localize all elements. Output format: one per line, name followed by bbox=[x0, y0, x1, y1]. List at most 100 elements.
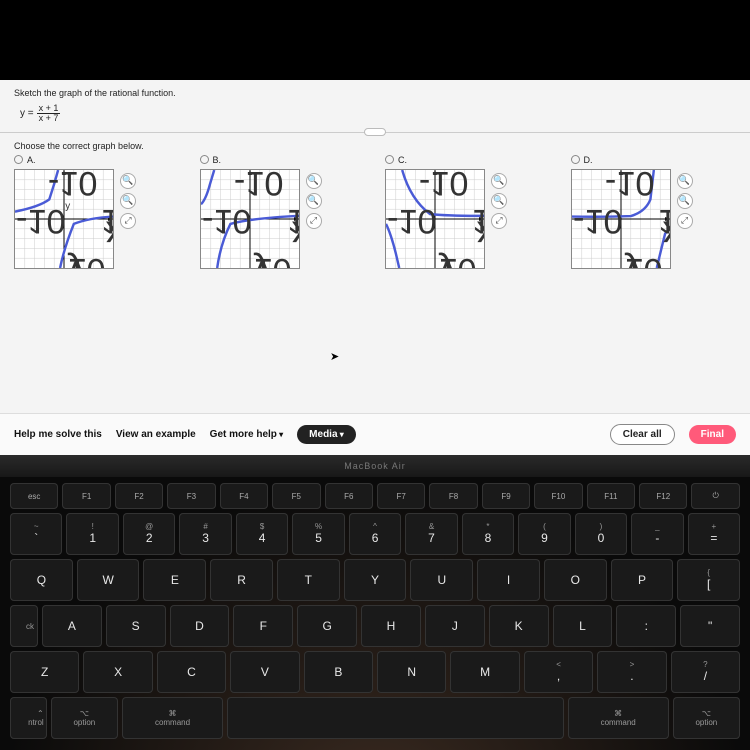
key-9[interactable]: (9 bbox=[518, 513, 570, 555]
zoom-out-button[interactable]: 🔍 bbox=[120, 193, 136, 209]
radio-a[interactable] bbox=[14, 155, 23, 164]
key-3[interactable]: #3 bbox=[179, 513, 231, 555]
key-esc[interactable]: esc bbox=[10, 483, 58, 509]
graph-c[interactable]: 10-1010-10xy bbox=[385, 169, 485, 269]
key-g[interactable]: G bbox=[297, 605, 357, 647]
key-f5[interactable]: F5 bbox=[272, 483, 320, 509]
get-more-help-button[interactable]: Get more help bbox=[210, 429, 284, 440]
key-f6[interactable]: F6 bbox=[325, 483, 373, 509]
key-1[interactable]: !1 bbox=[66, 513, 118, 555]
key-option-left[interactable]: ⌥option bbox=[51, 697, 118, 739]
zoom-in-button[interactable]: 🔍 bbox=[306, 173, 322, 189]
key-quote[interactable]: " bbox=[680, 605, 740, 647]
key-m[interactable]: M bbox=[450, 651, 519, 693]
key-backtick[interactable]: ~` bbox=[10, 513, 62, 555]
key-x[interactable]: X bbox=[83, 651, 152, 693]
help-me-solve-button[interactable]: Help me solve this bbox=[14, 429, 102, 440]
key-command-right[interactable]: ⌘command bbox=[568, 697, 669, 739]
key-4[interactable]: $4 bbox=[236, 513, 288, 555]
key-h[interactable]: H bbox=[361, 605, 421, 647]
key-j[interactable]: J bbox=[425, 605, 485, 647]
key-p[interactable]: P bbox=[611, 559, 674, 601]
key-c[interactable]: C bbox=[157, 651, 226, 693]
key-f10[interactable]: F10 bbox=[534, 483, 582, 509]
key-f12[interactable]: F12 bbox=[639, 483, 687, 509]
key-0[interactable]: )0 bbox=[575, 513, 627, 555]
svg-text:x: x bbox=[106, 212, 114, 255]
app-screen: Sketch the graph of the rational functio… bbox=[0, 80, 750, 455]
fullscreen-button[interactable]: ⤢ bbox=[677, 213, 693, 229]
fullscreen-button[interactable]: ⤢ bbox=[120, 213, 136, 229]
key-z[interactable]: Z bbox=[10, 651, 79, 693]
fullscreen-button[interactable]: ⤢ bbox=[491, 213, 507, 229]
key-period[interactable]: >. bbox=[597, 651, 666, 693]
key-control[interactable]: ⌃ntrol bbox=[10, 697, 47, 739]
key-7[interactable]: &7 bbox=[405, 513, 457, 555]
key-s[interactable]: S bbox=[106, 605, 166, 647]
svg-text:-10: -10 bbox=[604, 169, 654, 202]
clear-all-button[interactable]: Clear all bbox=[610, 424, 675, 445]
key-6[interactable]: ^6 bbox=[349, 513, 401, 555]
key-t[interactable]: T bbox=[277, 559, 340, 601]
key-e[interactable]: E bbox=[143, 559, 206, 601]
zoom-in-button[interactable]: 🔍 bbox=[120, 173, 136, 189]
key-n[interactable]: N bbox=[377, 651, 446, 693]
key-semicolon[interactable]: : bbox=[616, 605, 676, 647]
view-example-button[interactable]: View an example bbox=[116, 429, 196, 440]
key-f3[interactable]: F3 bbox=[167, 483, 215, 509]
final-check-button[interactable]: Final bbox=[689, 425, 736, 444]
key-8[interactable]: *8 bbox=[462, 513, 514, 555]
key-power[interactable]: ⏻ bbox=[691, 483, 739, 509]
key-equals[interactable]: += bbox=[688, 513, 740, 555]
key-f7[interactable]: F7 bbox=[377, 483, 425, 509]
key-r[interactable]: R bbox=[210, 559, 273, 601]
zoom-controls-c: 🔍 🔍 ⤢ bbox=[491, 169, 507, 229]
key-option-right[interactable]: ⌥option bbox=[673, 697, 740, 739]
key-command-left[interactable]: ⌘command bbox=[122, 697, 223, 739]
radio-c[interactable] bbox=[385, 155, 394, 164]
key-f11[interactable]: F11 bbox=[587, 483, 635, 509]
graph-b[interactable]: 10-1010-10xy bbox=[200, 169, 300, 269]
key-l[interactable]: L bbox=[553, 605, 613, 647]
key-2[interactable]: @2 bbox=[123, 513, 175, 555]
key-y[interactable]: Y bbox=[344, 559, 407, 601]
key-o[interactable]: O bbox=[544, 559, 607, 601]
key-f2[interactable]: F2 bbox=[115, 483, 163, 509]
resize-handle[interactable] bbox=[364, 128, 386, 136]
key-k[interactable]: K bbox=[489, 605, 549, 647]
fullscreen-button[interactable]: ⤢ bbox=[306, 213, 322, 229]
qwerty-row: Q W E R T Y U I O P {[ bbox=[10, 559, 740, 601]
key-space[interactable] bbox=[227, 697, 564, 739]
key-f[interactable]: F bbox=[233, 605, 293, 647]
radio-d[interactable] bbox=[571, 155, 580, 164]
key-i[interactable]: I bbox=[477, 559, 540, 601]
key-5[interactable]: %5 bbox=[292, 513, 344, 555]
key-slash[interactable]: ?/ bbox=[671, 651, 740, 693]
zoom-out-button[interactable]: 🔍 bbox=[491, 193, 507, 209]
zoom-in-button[interactable]: 🔍 bbox=[491, 173, 507, 189]
zoom-out-button[interactable]: 🔍 bbox=[677, 193, 693, 209]
key-v[interactable]: V bbox=[230, 651, 299, 693]
key-bracket-left[interactable]: {[ bbox=[677, 559, 740, 601]
key-f8[interactable]: F8 bbox=[429, 483, 477, 509]
key-minus[interactable]: _- bbox=[631, 513, 683, 555]
key-f1[interactable]: F1 bbox=[62, 483, 110, 509]
media-button[interactable]: Media bbox=[297, 425, 356, 444]
zoom-in-button[interactable]: 🔍 bbox=[677, 173, 693, 189]
zoom-out-button[interactable]: 🔍 bbox=[306, 193, 322, 209]
graph-d[interactable]: 10-1010-10xy bbox=[571, 169, 671, 269]
key-u[interactable]: U bbox=[410, 559, 473, 601]
key-d[interactable]: D bbox=[170, 605, 230, 647]
key-q[interactable]: Q bbox=[10, 559, 73, 601]
key-capslock[interactable]: ck bbox=[10, 605, 38, 647]
key-comma[interactable]: <, bbox=[524, 651, 593, 693]
number-row: ~` !1 @2 #3 $4 %5 ^6 &7 *8 (9 )0 _- += bbox=[10, 513, 740, 555]
graph-a[interactable]: y 10-1010-10xy bbox=[14, 169, 114, 269]
key-w[interactable]: W bbox=[77, 559, 140, 601]
key-b[interactable]: B bbox=[304, 651, 373, 693]
key-a[interactable]: A bbox=[42, 605, 102, 647]
option-c-label: C. bbox=[398, 155, 407, 165]
radio-b[interactable] bbox=[200, 155, 209, 164]
key-f9[interactable]: F9 bbox=[482, 483, 530, 509]
key-f4[interactable]: F4 bbox=[220, 483, 268, 509]
